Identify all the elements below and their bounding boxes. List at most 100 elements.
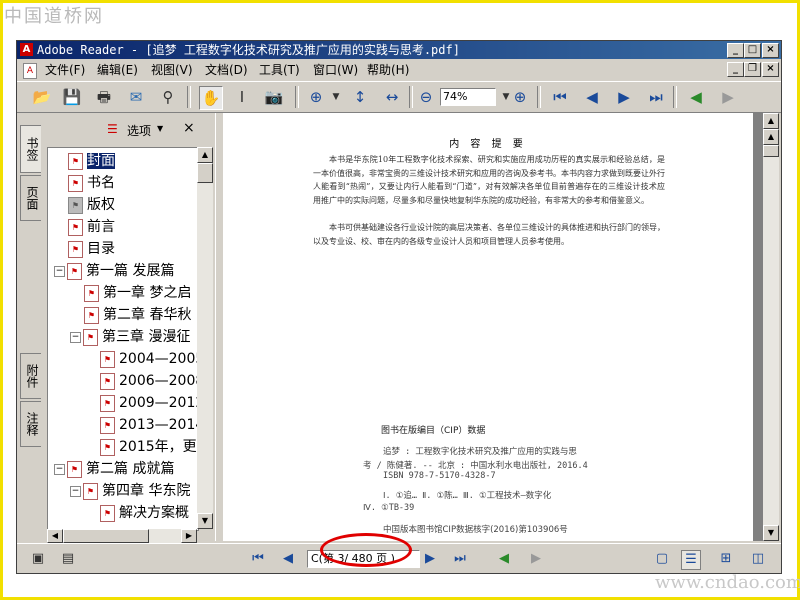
next-page-icon[interactable]: ▶ [421,550,439,568]
select-text-icon[interactable]: I [231,86,253,108]
zoom-in-icon[interactable]: ⊕ [509,86,531,108]
hand-tool-icon[interactable]: ✋ [199,86,223,110]
print-icon[interactable]: 🖶 [93,86,115,108]
save-disk-icon[interactable]: 💾 [61,86,83,108]
next-page-icon[interactable]: ▶ [613,86,635,108]
fit-width-icon[interactable]: ↔ [381,86,403,108]
fit-page-icon[interactable]: ↕ [349,86,371,108]
collapse-toggle-icon[interactable]: − [54,265,65,277]
first-page-icon[interactable]: ⏮ [249,550,267,568]
menu-window[interactable]: 窗口(W) [313,62,358,78]
horizontal-scroll-thumb[interactable] [63,529,149,543]
bookmark-label: 第二篇 成就篇 [86,461,175,477]
tab-bookmarks[interactable]: 书签 [20,125,41,173]
toolbar-separator [409,86,413,108]
options-menu[interactable]: 选项 [127,122,151,139]
bookmark-item[interactable]: ⚑2009—2012年 [100,392,198,414]
menu-view[interactable]: 视图(V) [151,62,193,78]
tab-comments[interactable]: 注释 [20,401,41,447]
zoom-in-tool-icon[interactable]: ⊕ [305,86,327,108]
title-bar[interactable]: A Adobe Reader - [追梦 工程数字化技术研究及推广应用的实践与思… [17,41,781,59]
menu-file[interactable]: 文件(F) [45,62,85,78]
collapse-toggle-icon[interactable]: − [70,485,81,497]
bookmark-options-icon[interactable]: ☰ [107,122,118,136]
scroll-thumb[interactable] [763,145,779,157]
left-panel-tabs: 书签 页面 附件 注释 [17,113,43,541]
bookmark-horizontal-scrollbar[interactable]: ◀ ▶ [47,529,197,543]
doc-minimize-button[interactable]: _ [727,62,744,77]
menu-help[interactable]: 帮助(H) [367,62,409,78]
document-properties-icon[interactable]: ▣ [29,550,47,568]
pdf-page: 内 容 提 要 本书是华东院10年工程数字化技术探索、研究和实施应用成功历程的真… [223,113,753,541]
scroll-down-arrow-icon[interactable]: ▼ [197,513,213,529]
page-info-icon[interactable]: ▤ [59,550,77,568]
bookmark-item[interactable]: ⚑2004—2005年 [100,348,198,370]
open-folder-icon[interactable]: 📂 [31,86,53,108]
scroll-left-arrow-icon[interactable]: ◀ [47,529,63,543]
bookmark-item[interactable]: ⚑ 第二章 春华秋 [84,304,191,326]
scroll-up-arrow-icon[interactable]: ▲ [197,147,213,163]
single-page-icon[interactable]: ▢ [653,550,671,568]
doc-close-button[interactable]: × [762,62,779,77]
search-binoculars-icon[interactable]: ⚲ [157,86,179,108]
scroll-down-arrow-icon[interactable]: ▼ [763,525,779,541]
chevron-down-icon[interactable]: ▼ [325,86,347,108]
bookmark-item[interactable]: ⚑2013—2014年 [100,414,198,436]
tab-pages[interactable]: 页面 [20,175,41,221]
snapshot-camera-icon[interactable]: 📷 [263,86,285,108]
menu-edit[interactable]: 编辑(E) [97,62,138,78]
tab-attachments[interactable]: 附件 [20,353,41,399]
email-icon[interactable]: ✉ [125,86,147,108]
doc-restore-button[interactable]: ❐ [744,62,761,77]
previous-page-icon[interactable]: ◀ [279,550,297,568]
continuous-page-icon[interactable]: ☰ [681,550,701,570]
bookmark-item[interactable]: ⚑ 解决方案概 [100,502,189,524]
next-view-icon[interactable]: ▶ [717,86,739,108]
close-window-button[interactable]: × [762,43,779,58]
last-page-icon[interactable]: ⏭ [451,550,469,568]
summary-paragraph-1: 本书是华东院10年工程数字化技术探索、研究和实施应用成功历程的真实展示和经验总结… [313,155,665,205]
cip-heading: 图书在版编目（CIP）数据 [381,426,486,436]
scroll-up-arrow-icon[interactable]: ▲ [763,113,779,129]
bookmark-item[interactable]: − ⚑ 第一篇 发展篇 [54,260,174,282]
collapse-toggle-icon[interactable]: − [54,463,65,475]
bookmark-item[interactable]: − ⚑ 第四章 华东院 [70,480,190,502]
bookmark-item[interactable]: ⚑2006—2008年 [100,370,198,392]
scroll-right-arrow-icon[interactable]: ▶ [181,529,197,543]
bookmark-item[interactable]: ⚑ 书名 [68,172,115,194]
bookmark-item[interactable]: ⚑ 版权 [68,194,115,216]
bookmark-label: 第四章 华东院 [102,483,191,499]
minimize-button[interactable]: _ [727,43,744,58]
document-menu-icon[interactable]: A [23,63,37,79]
pdf-page-icon: ⚑ [100,372,115,390]
zoom-out-icon[interactable]: ⊖ [415,86,437,108]
last-page-icon[interactable]: ⏭ [645,86,667,108]
bookmark-label: 封面 [87,153,115,169]
bookmark-vertical-scrollbar[interactable]: ▲ ▼ [197,147,213,529]
continuous-facing-icon[interactable]: ◫ [749,550,767,568]
first-page-icon[interactable]: ⏮ [549,86,571,108]
chevron-down-icon[interactable]: ▼ [157,124,163,133]
previous-view-icon[interactable]: ◀ [495,550,513,568]
bookmark-item[interactable]: ⚑ 封面 [68,150,115,172]
previous-page-icon[interactable]: ◀ [581,86,603,108]
bookmark-item[interactable]: ⚑ 第一章 梦之启 [84,282,191,304]
bookmark-item[interactable]: ⚑ 2015年，更 [100,436,197,458]
maximize-button[interactable]: □ [744,43,761,58]
next-view-icon[interactable]: ▶ [527,550,545,568]
facing-pages-icon[interactable]: ⊞ [717,550,735,568]
pdf-page-icon: ⚑ [84,284,99,302]
bookmark-item[interactable]: ⚑ 前言 [68,216,115,238]
menu-document[interactable]: 文档(D) [205,62,248,78]
menu-tools[interactable]: 工具(T) [259,62,300,78]
bookmark-item[interactable]: − ⚑ 第二篇 成就篇 [54,458,174,480]
document-vertical-scrollbar[interactable]: ▲ ▲ ▼ [763,113,779,541]
close-panel-button[interactable]: × [183,120,195,136]
zoom-level-input[interactable]: 74% [440,88,496,106]
previous-view-icon[interactable]: ◀ [685,86,707,108]
collapse-toggle-icon[interactable]: − [70,331,81,343]
scroll-thumb[interactable] [197,163,213,183]
bookmark-item[interactable]: ⚑ 目录 [68,238,115,260]
scroll-up-arrow-icon[interactable]: ▲ [763,129,779,145]
bookmark-item[interactable]: − ⚑ 第三章 漫漫征 [70,326,190,348]
